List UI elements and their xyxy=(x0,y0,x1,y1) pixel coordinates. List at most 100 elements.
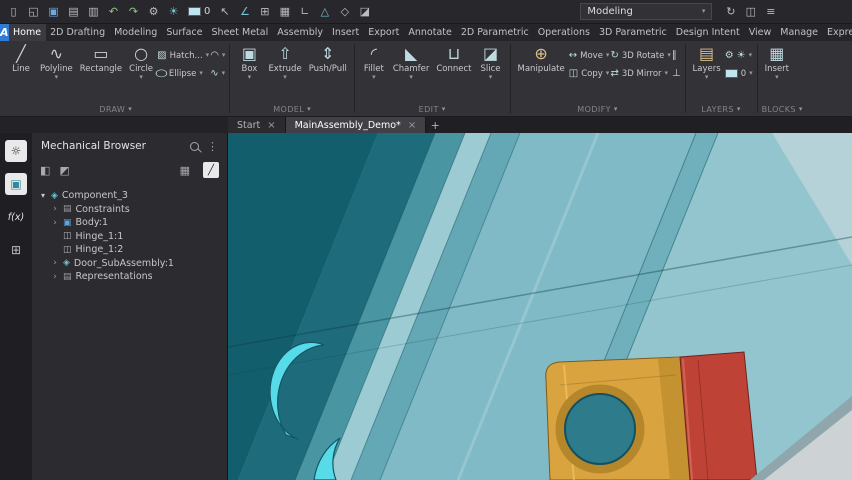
materials-icon[interactable]: ▣ xyxy=(5,173,27,195)
connect-button[interactable]: ⊔ Connect xyxy=(433,43,474,103)
tips-bulb-icon[interactable]: ☼ xyxy=(5,140,27,162)
push-pull-button[interactable]: ⇕ Push/Pull xyxy=(306,43,350,103)
layer-on-off-icon[interactable]: ☀ xyxy=(737,50,746,61)
chevron-right-icon[interactable]: › xyxy=(51,258,59,268)
tab-view[interactable]: View xyxy=(744,24,776,41)
tab-annotate[interactable]: Annotate xyxy=(404,24,456,41)
insert-block-button[interactable]: ▦ Insert ▾ xyxy=(762,43,792,103)
doc-tab-start[interactable]: Start × xyxy=(228,117,286,133)
chamfer-button[interactable]: ◣ Chamfer ▾ xyxy=(390,43,433,103)
tree-item-component[interactable]: ▾ ◈ Component_3 xyxy=(32,189,227,203)
kebab-menu-icon[interactable]: ⋮ xyxy=(207,140,218,153)
viewport-3d[interactable] xyxy=(228,133,852,480)
open-folder-icon[interactable]: ◱ xyxy=(24,2,43,21)
hatch-button[interactable]: ▨ Hatch... ▾ xyxy=(157,48,209,63)
tree-item-representations[interactable]: › ▤ Representations xyxy=(32,270,227,284)
edit-pencil-icon[interactable]: ╱ xyxy=(203,162,219,178)
new-tab-button[interactable]: + xyxy=(426,117,444,133)
ellipse-button[interactable]: ○ Ellipse ▾ xyxy=(155,66,209,81)
rotate-3d-button[interactable]: ↻ 3D Rotate ▾ xyxy=(610,48,670,63)
publish-icon[interactable]: ▥ xyxy=(84,2,103,21)
structure-icon[interactable]: ⊞ xyxy=(5,239,27,261)
tab-3d-parametric[interactable]: 3D Parametric xyxy=(594,24,671,41)
dock-left-icon[interactable]: ◧ xyxy=(40,164,50,177)
group-label-modify[interactable]: MODIFY ▾ xyxy=(515,103,681,116)
layer-settings-gear-icon[interactable]: ⚙ xyxy=(725,50,734,61)
move-button[interactable]: ↔ Move ▾ xyxy=(569,48,610,63)
overflow-menu-icon[interactable]: ≡ xyxy=(761,2,780,21)
tree-item-door-subassembly[interactable]: › ◈ Door_SubAssembly:1 xyxy=(32,257,227,271)
layer-select-dropdown[interactable]: 0 ▾ xyxy=(724,66,753,81)
cursor-icon[interactable]: ↖ xyxy=(215,2,234,21)
tab-2d-parametric[interactable]: 2D Parametric xyxy=(456,24,533,41)
tab-2d-drafting[interactable]: 2D Drafting xyxy=(46,24,110,41)
chevron-right-icon[interactable]: › xyxy=(51,218,59,228)
brightness-icon[interactable]: ☀ xyxy=(164,2,183,21)
tab-sheet-metal[interactable]: Sheet Metal xyxy=(207,24,273,41)
new-file-icon[interactable]: ▯ xyxy=(4,2,23,21)
tab-export[interactable]: Export xyxy=(364,24,404,41)
box-button[interactable]: ▣ Box ▾ xyxy=(234,43,264,103)
panels-icon[interactable]: ◫ xyxy=(741,2,760,21)
section-icon[interactable]: ◪ xyxy=(355,2,374,21)
slice-button[interactable]: ◪ Slice ▾ xyxy=(476,43,506,103)
group-label-layers[interactable]: LAYERS ▾ xyxy=(690,103,753,116)
ortho-icon[interactable]: ∟ xyxy=(295,2,314,21)
tab-assembly[interactable]: Assembly xyxy=(273,24,328,41)
tab-insert[interactable]: Insert xyxy=(328,24,364,41)
current-layer-control[interactable]: 0 xyxy=(188,6,210,17)
hinge-part-orange[interactable] xyxy=(545,356,691,480)
save-icon[interactable]: ▣ xyxy=(44,2,63,21)
measure-icon[interactable]: ∠ xyxy=(235,2,254,21)
layers-button[interactable]: ▤ Layers ▾ xyxy=(690,43,724,103)
search-icon[interactable] xyxy=(190,141,199,151)
sync-icon[interactable]: ↻ xyxy=(721,2,740,21)
chevron-right-icon[interactable]: › xyxy=(51,272,59,282)
grid-view-icon[interactable]: ▦ xyxy=(180,164,190,177)
copy-button[interactable]: ◫ Copy ▾ xyxy=(569,66,610,81)
offset-button[interactable]: ∥ xyxy=(672,48,681,63)
group-label-model[interactable]: MODEL ▾ xyxy=(234,103,349,116)
snap-icon[interactable]: ⊞ xyxy=(255,2,274,21)
tab-surface[interactable]: Surface xyxy=(162,24,207,41)
viewport-canvas[interactable] xyxy=(228,133,852,480)
tab-modeling[interactable]: Modeling xyxy=(110,24,162,41)
tab-expresstools[interactable]: ExpressTools xyxy=(823,24,852,41)
grid-icon[interactable]: ▦ xyxy=(275,2,294,21)
fillet-button[interactable]: ◜ Fillet ▾ xyxy=(359,43,389,103)
spline-button[interactable]: ∿ ▾ xyxy=(210,66,225,81)
manipulate-button[interactable]: ⊕ Manipulate xyxy=(515,43,568,103)
extrude-button[interactable]: ⇧ Extrude ▾ xyxy=(265,43,304,103)
chevron-right-icon[interactable]: › xyxy=(51,204,59,214)
print-icon[interactable]: ▤ xyxy=(64,2,83,21)
rectangle-button[interactable]: ▭ Rectangle xyxy=(77,43,125,103)
solid-mode-icon[interactable]: ◇ xyxy=(335,2,354,21)
group-label-draw[interactable]: DRAW ▾ xyxy=(6,103,225,116)
app-logo[interactable]: A xyxy=(0,24,9,41)
line-button[interactable]: ╱ Line xyxy=(6,43,36,103)
parameters-fx-icon[interactable]: f(x) xyxy=(5,206,27,228)
expander-icon[interactable]: ▾ xyxy=(39,191,47,200)
doc-tab-main-assembly[interactable]: MainAssembly_Demo* × xyxy=(285,117,427,133)
dynamic-ucs-icon[interactable]: △ xyxy=(315,2,334,21)
settings-gear-icon[interactable]: ⚙ xyxy=(144,2,163,21)
circle-button[interactable]: ○ Circle ▾ xyxy=(126,43,156,103)
arc-button[interactable]: ◠ ▾ xyxy=(210,48,225,63)
tree-item-body[interactable]: › ▣ Body:1 xyxy=(32,216,227,230)
tab-design-intent[interactable]: Design Intent xyxy=(671,24,744,41)
tree-item-hinge-2[interactable]: ◫ Hinge_1:2 xyxy=(32,243,227,257)
tab-manage[interactable]: Manage xyxy=(776,24,823,41)
group-label-blocks[interactable]: BLOCKS ▾ xyxy=(762,103,803,116)
group-label-edit[interactable]: EDIT ▾ xyxy=(359,103,506,116)
polyline-button[interactable]: ∿ Polyline ▾ xyxy=(37,43,76,103)
mirror-3d-button[interactable]: ⇄ 3D Mirror ▾ xyxy=(610,66,670,81)
close-icon[interactable]: × xyxy=(408,120,416,131)
undo-icon[interactable]: ↶ xyxy=(104,2,123,21)
workspace-dropdown[interactable]: Modeling ▾ xyxy=(580,3,713,20)
tab-operations[interactable]: Operations xyxy=(533,24,594,41)
tree-item-hinge-1[interactable]: ◫ Hinge_1:1 xyxy=(32,230,227,244)
dock-bottom-icon[interactable]: ◩ xyxy=(59,164,69,177)
close-icon[interactable]: × xyxy=(267,120,275,131)
tree-item-constraints[interactable]: › ▤ Constraints xyxy=(32,203,227,217)
tab-home[interactable]: Home xyxy=(8,24,46,41)
